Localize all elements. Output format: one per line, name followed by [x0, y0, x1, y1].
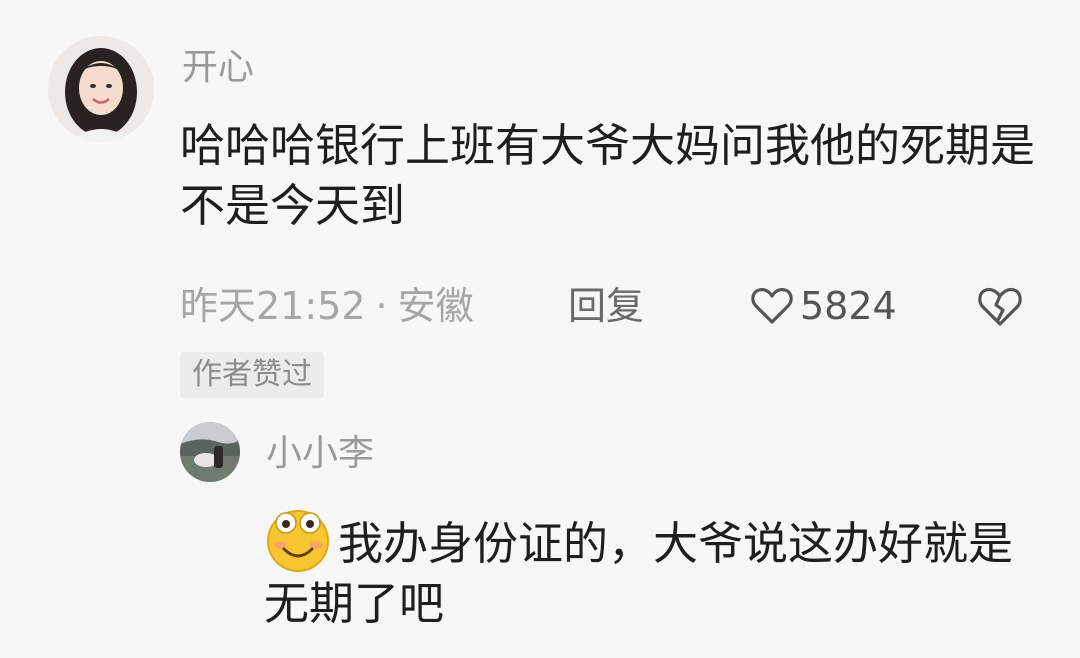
reply-username[interactable]: 小小李	[266, 434, 374, 474]
like-count: 5824	[800, 284, 897, 328]
comment-text: 哈哈哈银行上班有大爷大妈问我他的死期是不是今天到	[180, 119, 1036, 232]
author-liked-badge: 作者赞过	[180, 352, 324, 398]
dislike-button[interactable]	[976, 284, 1024, 341]
reply-user-avatar[interactable]	[180, 422, 240, 482]
comment-location: 安徽	[397, 284, 474, 328]
user-avatar[interactable]	[48, 36, 154, 142]
avatar-image	[48, 36, 154, 142]
comment-meta-row: 昨天21:52 · 安徽 回复 5824	[180, 280, 1040, 332]
comment-username[interactable]: 开心	[182, 48, 254, 88]
comment-time: 昨天21:52	[180, 284, 366, 328]
broken-heart-icon	[978, 288, 1022, 326]
reply-avatar-image	[180, 422, 240, 482]
like-button[interactable]: 5824	[750, 280, 897, 332]
heart-icon	[751, 288, 793, 324]
comment-meta: 昨天21:52 · 安徽	[180, 280, 474, 332]
smile-emoji-icon	[267, 510, 329, 572]
meta-separator: ·	[375, 284, 388, 328]
reply-button[interactable]: 回复	[568, 280, 644, 332]
comment-thread: 开心 哈哈哈银行上班有大爷大妈问我他的死期是不是今天到 昨天21:52 · 安徽 回…	[0, 0, 1080, 658]
reply-text: 我办身份证的，大爷说这办好就是无期了吧	[264, 517, 1014, 630]
reply-body: 我办身份证的，大爷说这办好就是无期了吧	[264, 505, 1044, 634]
